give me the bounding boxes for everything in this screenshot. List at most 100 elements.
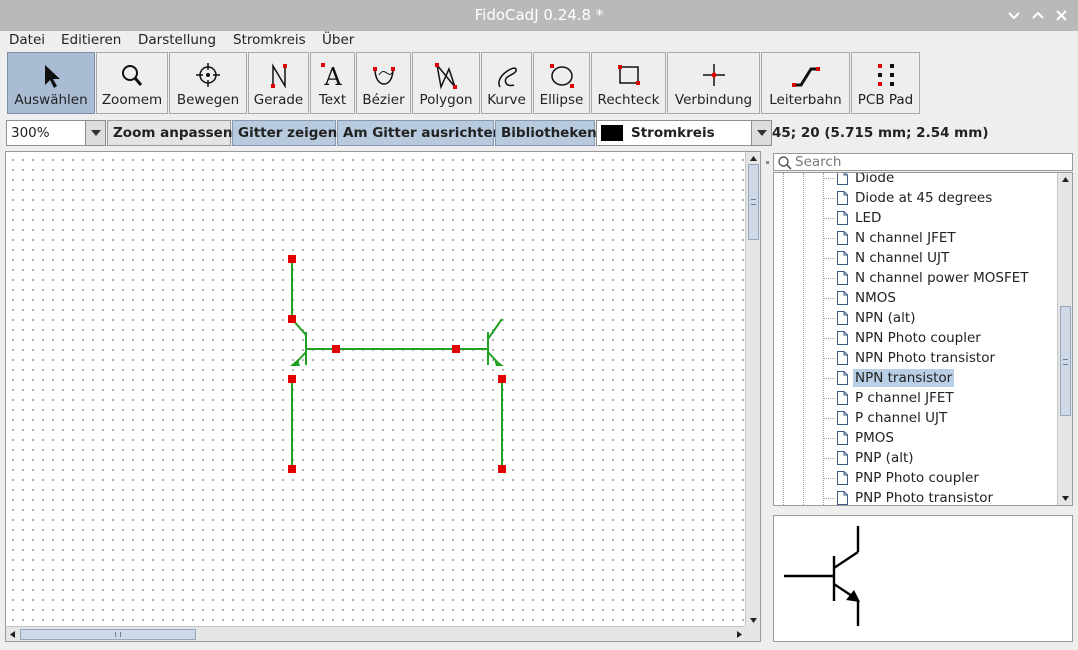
tool-pcb-pad-button[interactable]: PCB Pad	[851, 52, 920, 114]
library-vertical-scrollbar[interactable]	[1057, 173, 1072, 505]
tool-text-button[interactable]: A Text	[310, 52, 355, 114]
document-icon	[837, 491, 848, 505]
scroll-left-icon[interactable]	[6, 627, 21, 642]
zoom-combo[interactable]: 300%	[6, 120, 106, 146]
selection-handle[interactable]	[332, 345, 340, 353]
library-item[interactable]: Diode at 45 degrees	[774, 188, 1058, 208]
library-item[interactable]: Diode	[774, 173, 1058, 188]
selection-handle[interactable]	[452, 345, 460, 353]
library-item-label: PNP Photo coupler	[855, 470, 979, 486]
tool-label: Leiterbahn	[769, 92, 842, 108]
snap-grid-toggle[interactable]: Am Gitter ausrichten	[337, 120, 502, 146]
tool-curve-button[interactable]: Kurve	[481, 52, 532, 114]
selection-handle[interactable]	[288, 375, 296, 383]
preview-splitter[interactable]	[773, 507, 1073, 514]
tool-line-button[interactable]: Gerade	[248, 52, 309, 114]
window-title: FidoCadJ 0.24.8 *	[474, 6, 604, 24]
tool-rectangle-button[interactable]: Rechteck	[591, 52, 666, 114]
chevron-down-icon[interactable]	[751, 121, 771, 145]
library-item[interactable]: P channel UJT	[774, 408, 1058, 428]
scroll-thumb[interactable]	[20, 629, 196, 640]
tool-pcb-track-button[interactable]: Leiterbahn	[761, 52, 850, 114]
library-item[interactable]: NPN Photo transistor	[774, 348, 1058, 368]
tool-polygon-button[interactable]: Polygon	[412, 52, 480, 114]
document-icon	[837, 351, 848, 365]
canvas-vertical-scrollbar[interactable]	[745, 152, 760, 627]
document-icon	[837, 331, 848, 345]
tool-connection-button[interactable]: Verbindung	[667, 52, 760, 114]
line-icon	[270, 63, 287, 89]
tool-label: Bewegen	[176, 92, 240, 108]
scroll-down-icon[interactable]	[746, 612, 761, 627]
drawing-canvas[interactable]	[5, 151, 761, 642]
menu-darstellung[interactable]: Darstellung	[134, 31, 220, 51]
selection-handle[interactable]	[288, 315, 296, 323]
selection-handle[interactable]	[498, 375, 506, 383]
tool-zoom-button[interactable]: Zoomem	[96, 52, 168, 114]
libraries-toggle[interactable]: Bibliotheken	[495, 120, 597, 146]
library-item[interactable]: PNP Photo transistor	[774, 488, 1058, 505]
tool-label: Text	[318, 92, 347, 108]
library-item-label: NPN Photo transistor	[855, 350, 996, 366]
menu-stromkreis[interactable]: Stromkreis	[229, 31, 310, 51]
tool-ellipse-button[interactable]: Ellipse	[533, 52, 590, 114]
menu-datei[interactable]: Datei	[5, 31, 49, 51]
library-item[interactable]: N channel power MOSFET	[774, 268, 1058, 288]
library-item-label: NPN Photo coupler	[855, 330, 981, 346]
tool-label: Gerade	[253, 92, 304, 108]
zoom-icon	[122, 65, 143, 86]
document-icon	[837, 311, 848, 325]
library-item[interactable]: NPN Photo coupler	[774, 328, 1058, 348]
scroll-thumb[interactable]	[748, 164, 759, 240]
layer-combo[interactable]: Stromkreis	[596, 120, 772, 146]
library-item[interactable]: NMOS	[774, 288, 1058, 308]
library-item-label: Diode at 45 degrees	[855, 190, 993, 206]
minimize-button[interactable]	[1002, 0, 1026, 31]
tool-label: Kurve	[487, 92, 526, 108]
menu-ueber[interactable]: Über	[318, 31, 358, 51]
library-item-label: LED	[855, 210, 882, 226]
document-icon	[837, 271, 848, 285]
tool-select-button[interactable]: Auswählen	[7, 52, 95, 114]
panel-splitter[interactable]	[764, 151, 772, 642]
library-item[interactable]: LED	[774, 208, 1058, 228]
tool-bezier-button[interactable]: Bézier	[356, 52, 411, 114]
selection-handle[interactable]	[498, 465, 506, 473]
scroll-thumb[interactable]	[1060, 306, 1071, 416]
text-icon: A	[320, 63, 342, 91]
close-button[interactable]	[1050, 0, 1074, 31]
select-arrow-icon	[45, 65, 60, 88]
canvas-horizontal-scrollbar[interactable]	[6, 626, 746, 641]
pcb-pad-icon	[877, 64, 894, 86]
tool-move-button[interactable]: Bewegen	[169, 52, 247, 114]
library-item[interactable]: PMOS	[774, 428, 1058, 448]
minimize-icon	[1008, 12, 1020, 20]
show-grid-toggle[interactable]: Gitter zeigen	[232, 120, 337, 146]
menu-editieren[interactable]: Editieren	[57, 31, 125, 51]
selection-handle[interactable]	[288, 255, 296, 263]
maximize-button[interactable]	[1026, 0, 1050, 31]
library-tree[interactable]: Diode Diode at 45 degrees LED N channel JFE…	[773, 172, 1073, 506]
selection-handle[interactable]	[288, 465, 296, 473]
scroll-down-icon[interactable]	[1058, 490, 1073, 505]
coordinates-readout: 45; 20 (5.715 mm; 2.54 mm)	[772, 125, 989, 141]
scroll-up-icon[interactable]	[1058, 173, 1073, 188]
library-search-input[interactable]: Search	[773, 153, 1073, 171]
scroll-right-icon[interactable]	[731, 627, 746, 642]
circuit-drawing[interactable]	[6, 152, 746, 627]
library-item-label: N channel UJT	[855, 250, 950, 266]
library-item[interactable]: PNP (alt)	[774, 448, 1058, 468]
library-item[interactable]: PNP Photo coupler	[774, 468, 1058, 488]
chevron-down-icon[interactable]	[85, 121, 105, 145]
library-item[interactable]: N channel JFET	[774, 228, 1058, 248]
library-item[interactable]: N channel UJT	[774, 248, 1058, 268]
scroll-corner	[745, 626, 760, 641]
zoom-value: 300%	[11, 125, 50, 141]
library-item[interactable]: NPN (alt)	[774, 308, 1058, 328]
options-bar: 300% Zoom anpassen Gitter zeigen Am Gitt…	[0, 116, 1078, 150]
toolbar: Auswählen Zoomem Bewegen Gerade A Text B…	[0, 51, 1078, 116]
library-item[interactable]: P channel JFET	[774, 388, 1058, 408]
zoom-fit-button[interactable]: Zoom anpassen	[107, 120, 232, 146]
menu-bar: Datei Editieren Darstellung Stromkreis Ü…	[0, 31, 1078, 51]
library-item[interactable]: NPN transistor	[774, 368, 1058, 388]
